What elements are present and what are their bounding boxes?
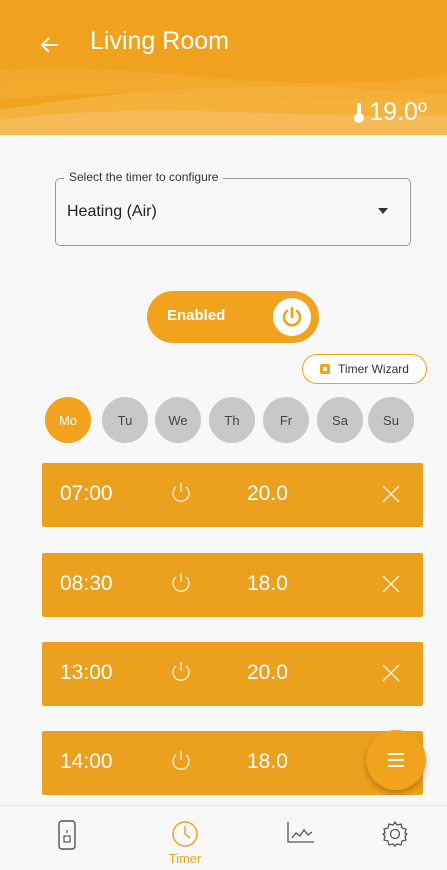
day-sunday[interactable]: Su <box>368 397 414 443</box>
schedule-row[interactable]: 08:30 18.0 <box>42 553 423 617</box>
day-selector: Mo Tu We Th Fr Sa Su <box>45 397 430 443</box>
day-saturday[interactable]: Sa <box>317 397 363 443</box>
schedule-temperature: 20.0 <box>247 482 288 505</box>
schedule-temperature: 18.0 <box>247 750 288 773</box>
dropdown-caret-icon <box>378 208 388 214</box>
wizard-icon <box>320 364 331 374</box>
menu-fab-button[interactable] <box>366 730 426 790</box>
close-icon[interactable] <box>380 483 402 505</box>
temperature-value: 19.0º <box>369 98 427 126</box>
day-friday[interactable]: Fr <box>263 397 309 443</box>
nav-timer[interactable]: Timer <box>140 806 230 870</box>
power-icon <box>273 298 311 336</box>
menu-icon-bar <box>388 753 404 755</box>
day-wednesday[interactable]: We <box>155 397 201 443</box>
power-icon <box>172 573 190 592</box>
timer-wizard-button[interactable]: Timer Wizard <box>302 354 427 384</box>
schedule-row[interactable]: 13:00 20.0 <box>42 642 423 706</box>
enabled-toggle[interactable]: Enabled <box>147 291 319 343</box>
nav-timer-label: Timer <box>168 851 202 866</box>
timer-wizard-label: Timer Wizard <box>338 362 409 376</box>
schedule-time: 14:00 <box>60 750 113 773</box>
day-monday[interactable]: Mo <box>45 397 91 443</box>
back-arrow-icon[interactable] <box>40 30 68 60</box>
thermometer-icon <box>354 102 365 123</box>
current-temperature: 19.0º <box>353 98 427 127</box>
schedule-row[interactable]: 07:00 20.0 <box>42 463 423 527</box>
schedule-time: 07:00 <box>60 482 113 505</box>
header-banner: Living Room 19.0º <box>0 0 447 135</box>
nav-stats[interactable] <box>256 806 346 870</box>
timer-select-legend: Select the timer to configure <box>64 170 224 184</box>
device-icon <box>58 820 76 850</box>
schedule-temperature: 18.0 <box>247 572 288 595</box>
power-icon <box>172 751 190 770</box>
day-tuesday[interactable]: Tu <box>102 397 148 443</box>
menu-icon-bar <box>388 765 404 767</box>
close-icon[interactable] <box>380 573 402 595</box>
bottom-navigation: Timer <box>0 805 447 870</box>
gear-icon <box>382 821 408 847</box>
enabled-toggle-label: Enabled <box>167 307 226 324</box>
menu-icon-bar <box>388 759 404 761</box>
schedule-time: 08:30 <box>60 572 113 595</box>
nav-settings[interactable] <box>350 806 440 870</box>
nav-device[interactable] <box>22 806 112 870</box>
clock-icon <box>172 821 198 847</box>
schedule-temperature: 20.0 <box>247 661 288 684</box>
close-icon[interactable] <box>380 662 402 684</box>
timer-content: Select the timer to configure Heating (A… <box>0 135 447 805</box>
timer-select[interactable]: Select the timer to configure Heating (A… <box>55 170 411 246</box>
power-icon <box>172 483 190 502</box>
day-thursday[interactable]: Th <box>209 397 255 443</box>
timer-select-value: Heating (Air) <box>67 203 157 220</box>
schedule-time: 13:00 <box>60 661 113 684</box>
chart-icon <box>287 822 314 843</box>
power-icon <box>172 662 190 681</box>
page-title: Living Room <box>90 27 229 55</box>
